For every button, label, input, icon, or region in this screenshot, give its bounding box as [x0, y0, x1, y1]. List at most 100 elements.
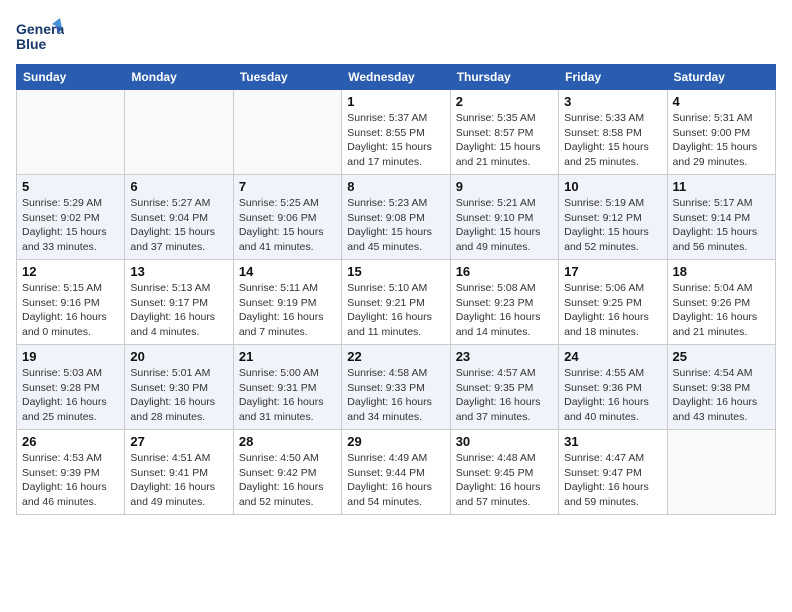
day-number: 5: [22, 179, 119, 194]
day-number: 17: [564, 264, 661, 279]
calendar-cell: 6 Sunrise: 5:27 AMSunset: 9:04 PMDaylight…: [125, 175, 233, 260]
week-row-3: 12Sunrise: 5:15 AMSunset: 9:16 PMDayligh…: [17, 260, 776, 345]
weekday-thursday: Thursday: [450, 65, 558, 90]
day-number: 29: [347, 434, 444, 449]
weekday-saturday: Saturday: [667, 65, 775, 90]
day-number: 30: [456, 434, 553, 449]
day-number: 26: [22, 434, 119, 449]
day-info: Sunrise: 5:33 AMSunset: 8:58 PMDaylight:…: [564, 111, 661, 170]
calendar-cell: 10 Sunrise: 5:19 AMSunset: 9:12 PMDayligh…: [559, 175, 667, 260]
calendar-cell: 5 Sunrise: 5:29 AMSunset: 9:02 PMDaylight…: [17, 175, 125, 260]
day-info: Sunrise: 5:08 AMSunset: 9:23 PMDaylight:…: [456, 281, 553, 340]
day-info: Sunrise: 5:31 AMSunset: 9:00 PMDaylight:…: [673, 111, 770, 170]
calendar-cell: 1Sunrise: 5:37 AMSunset: 8:55 PMDaylight…: [342, 90, 450, 175]
day-number: 27: [130, 434, 227, 449]
day-number: 8: [347, 179, 444, 194]
day-number: 19: [22, 349, 119, 364]
day-number: 7: [239, 179, 336, 194]
calendar-cell: 19 Sunrise: 5:03 AMSunset: 9:28 PMDayligh…: [17, 345, 125, 430]
day-number: 22: [347, 349, 444, 364]
day-number: 4: [673, 94, 770, 109]
calendar-cell: 12Sunrise: 5:15 AMSunset: 9:16 PMDayligh…: [17, 260, 125, 345]
calendar-cell: 9Sunrise: 5:21 AMSunset: 9:10 PMDaylight…: [450, 175, 558, 260]
day-number: 28: [239, 434, 336, 449]
calendar-cell: 18 Sunrise: 5:04 AMSunset: 9:26 PMDayligh…: [667, 260, 775, 345]
calendar-cell: [667, 430, 775, 515]
calendar-cell: 17 Sunrise: 5:06 AMSunset: 9:25 PMDayligh…: [559, 260, 667, 345]
day-info: Sunrise: 5:27 AMSunset: 9:04 PMDaylight:…: [130, 196, 227, 255]
day-number: 18: [673, 264, 770, 279]
calendar-cell: 4 Sunrise: 5:31 AMSunset: 9:00 PMDaylight…: [667, 90, 775, 175]
day-number: 12: [22, 264, 119, 279]
calendar-cell: 31 Sunrise: 4:47 AMSunset: 9:47 PMDayligh…: [559, 430, 667, 515]
day-number: 21: [239, 349, 336, 364]
day-number: 20: [130, 349, 227, 364]
day-number: 11: [673, 179, 770, 194]
calendar-cell: 29 Sunrise: 4:49 AMSunset: 9:44 PMDayligh…: [342, 430, 450, 515]
calendar-cell: 25 Sunrise: 4:54 AMSunset: 9:38 PMDayligh…: [667, 345, 775, 430]
day-info: Sunrise: 5:19 AMSunset: 9:12 PMDaylight:…: [564, 196, 661, 255]
page-header: General Blue: [16, 16, 776, 56]
day-info: Sunrise: 5:37 AMSunset: 8:55 PMDaylight:…: [347, 111, 444, 170]
calendar-cell: 7 Sunrise: 5:25 AMSunset: 9:06 PMDaylight…: [233, 175, 341, 260]
calendar-cell: 27 Sunrise: 4:51 AMSunset: 9:41 PMDayligh…: [125, 430, 233, 515]
weekday-friday: Friday: [559, 65, 667, 90]
day-info: Sunrise: 5:25 AMSunset: 9:06 PMDaylight:…: [239, 196, 336, 255]
day-info: Sunrise: 4:48 AMSunset: 9:45 PMDaylight:…: [456, 451, 553, 510]
day-info: Sunrise: 4:51 AMSunset: 9:41 PMDaylight:…: [130, 451, 227, 510]
day-info: Sunrise: 5:13 AMSunset: 9:17 PMDaylight:…: [130, 281, 227, 340]
day-info: Sunrise: 4:49 AMSunset: 9:44 PMDaylight:…: [347, 451, 444, 510]
day-info: Sunrise: 5:03 AMSunset: 9:28 PMDaylight:…: [22, 366, 119, 425]
day-number: 10: [564, 179, 661, 194]
day-number: 13: [130, 264, 227, 279]
calendar-cell: 14 Sunrise: 5:11 AMSunset: 9:19 PMDayligh…: [233, 260, 341, 345]
day-info: Sunrise: 5:17 AMSunset: 9:14 PMDaylight:…: [673, 196, 770, 255]
day-info: Sunrise: 4:47 AMSunset: 9:47 PMDaylight:…: [564, 451, 661, 510]
calendar-cell: [233, 90, 341, 175]
day-info: Sunrise: 5:00 AMSunset: 9:31 PMDaylight:…: [239, 366, 336, 425]
calendar-cell: 28 Sunrise: 4:50 AMSunset: 9:42 PMDayligh…: [233, 430, 341, 515]
weekday-wednesday: Wednesday: [342, 65, 450, 90]
week-row-1: 1Sunrise: 5:37 AMSunset: 8:55 PMDaylight…: [17, 90, 776, 175]
day-info: Sunrise: 5:21 AMSunset: 9:10 PMDaylight:…: [456, 196, 553, 255]
calendar-cell: 20Sunrise: 5:01 AMSunset: 9:30 PMDayligh…: [125, 345, 233, 430]
calendar-cell: [17, 90, 125, 175]
calendar-table: SundayMondayTuesdayWednesdayThursdayFrid…: [16, 64, 776, 515]
day-info: Sunrise: 4:50 AMSunset: 9:42 PMDaylight:…: [239, 451, 336, 510]
day-number: 25: [673, 349, 770, 364]
calendar-cell: 16 Sunrise: 5:08 AMSunset: 9:23 PMDayligh…: [450, 260, 558, 345]
day-number: 24: [564, 349, 661, 364]
calendar-cell: 26 Sunrise: 4:53 AMSunset: 9:39 PMDayligh…: [17, 430, 125, 515]
day-info: Sunrise: 5:06 AMSunset: 9:25 PMDaylight:…: [564, 281, 661, 340]
day-number: 15: [347, 264, 444, 279]
weekday-tuesday: Tuesday: [233, 65, 341, 90]
day-number: 2: [456, 94, 553, 109]
day-number: 6: [130, 179, 227, 194]
week-row-4: 19 Sunrise: 5:03 AMSunset: 9:28 PMDayligh…: [17, 345, 776, 430]
day-info: Sunrise: 5:04 AMSunset: 9:26 PMDaylight:…: [673, 281, 770, 340]
day-info: Sunrise: 5:35 AMSunset: 8:57 PMDaylight:…: [456, 111, 553, 170]
day-info: Sunrise: 5:29 AMSunset: 9:02 PMDaylight:…: [22, 196, 119, 255]
weekday-header-row: SundayMondayTuesdayWednesdayThursdayFrid…: [17, 65, 776, 90]
day-info: Sunrise: 5:23 AMSunset: 9:08 PMDaylight:…: [347, 196, 444, 255]
calendar-cell: 22Sunrise: 4:58 AMSunset: 9:33 PMDayligh…: [342, 345, 450, 430]
calendar-cell: 15 Sunrise: 5:10 AMSunset: 9:21 PMDayligh…: [342, 260, 450, 345]
day-info: Sunrise: 4:57 AMSunset: 9:35 PMDaylight:…: [456, 366, 553, 425]
calendar-cell: [125, 90, 233, 175]
weekday-sunday: Sunday: [17, 65, 125, 90]
day-info: Sunrise: 4:53 AMSunset: 9:39 PMDaylight:…: [22, 451, 119, 510]
day-info: Sunrise: 5:10 AMSunset: 9:21 PMDaylight:…: [347, 281, 444, 340]
calendar-cell: 13 Sunrise: 5:13 AMSunset: 9:17 PMDayligh…: [125, 260, 233, 345]
logo: General Blue: [16, 16, 64, 56]
day-info: Sunrise: 4:55 AMSunset: 9:36 PMDaylight:…: [564, 366, 661, 425]
day-number: 14: [239, 264, 336, 279]
calendar-cell: 11 Sunrise: 5:17 AMSunset: 9:14 PMDayligh…: [667, 175, 775, 260]
day-number: 23: [456, 349, 553, 364]
day-number: 31: [564, 434, 661, 449]
day-number: 16: [456, 264, 553, 279]
week-row-5: 26 Sunrise: 4:53 AMSunset: 9:39 PMDayligh…: [17, 430, 776, 515]
calendar-cell: 8 Sunrise: 5:23 AMSunset: 9:08 PMDaylight…: [342, 175, 450, 260]
day-info: Sunrise: 4:54 AMSunset: 9:38 PMDaylight:…: [673, 366, 770, 425]
week-row-2: 5 Sunrise: 5:29 AMSunset: 9:02 PMDaylight…: [17, 175, 776, 260]
day-info: Sunrise: 5:11 AMSunset: 9:19 PMDaylight:…: [239, 281, 336, 340]
